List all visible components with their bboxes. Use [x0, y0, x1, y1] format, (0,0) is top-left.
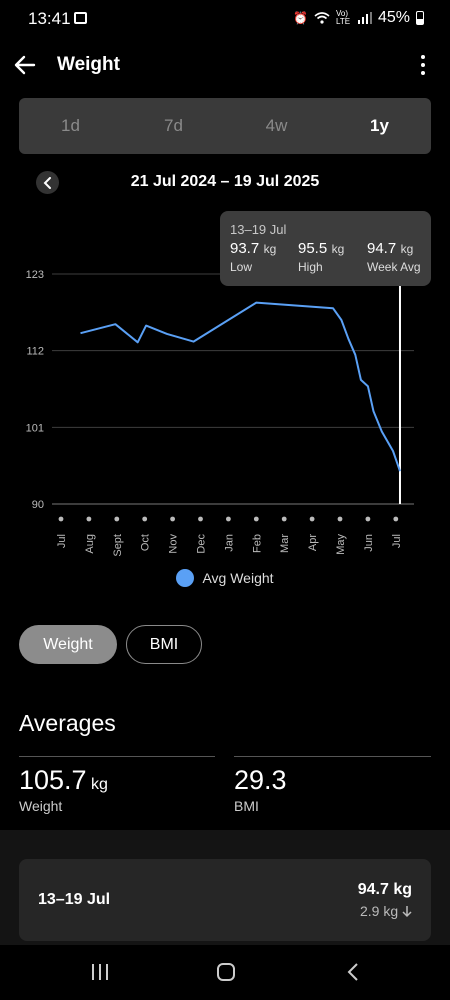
tooltip-high-value: 95.5 — [298, 240, 328, 257]
more-dot — [421, 63, 425, 67]
legend-swatch — [176, 569, 195, 587]
y-tick-label: 90 — [32, 499, 44, 511]
tooltip-high-unit: kg — [331, 242, 345, 256]
tooltip-avg-value: 94.7 — [367, 240, 397, 257]
y-tick-label: 112 — [26, 346, 44, 358]
status-bar: 13:41 ⏰ Vo) LTE 45% — [0, 0, 450, 38]
x-tick-label: Oct — [140, 534, 152, 551]
tooltip-low-label: Low — [230, 260, 253, 274]
x-tick-dot — [86, 516, 92, 522]
average-bmi-label: BMI — [234, 798, 259, 814]
date-navigator: 21 Jul 2024 – 19 Jul 2025 — [0, 170, 450, 196]
chart-legend: Avg Weight — [0, 569, 450, 587]
y-tick-label: 101 — [26, 422, 44, 434]
gallery-icon — [74, 12, 87, 24]
more-vertical-icon — [421, 55, 425, 59]
x-tick-dot — [198, 516, 203, 522]
x-tick-label: Dec — [196, 534, 208, 554]
x-tick-dot — [142, 516, 148, 522]
x-tick-dot — [365, 516, 371, 522]
x-tick-label: Aug — [84, 534, 96, 554]
weight-toggle-button[interactable]: Weight — [19, 625, 117, 664]
back-button[interactable] — [10, 50, 40, 80]
more-dot — [421, 71, 425, 75]
date-range-label: 21 Jul 2024 – 19 Jul 2025 — [130, 173, 320, 190]
tooltip-high: 95.5 kg High — [298, 240, 344, 274]
alarm-icon: ⏰ — [293, 11, 308, 25]
more-options-button[interactable] — [416, 50, 430, 80]
page-title: Weight — [57, 54, 120, 75]
average-weight: 105.7 kg Weight — [19, 756, 215, 814]
average-bmi: 29.3 BMI — [234, 756, 431, 814]
tooltip-avg: 94.7 kg Week Avg — [367, 240, 421, 274]
recent-apps-icon — [92, 964, 108, 980]
status-icons: ⏰ Vo) LTE 45% — [293, 9, 424, 27]
x-tick-dot — [253, 516, 259, 522]
average-weight-unit: kg — [91, 776, 108, 793]
battery-icon — [416, 11, 424, 25]
x-tick-dot — [170, 516, 176, 522]
x-tick-label: Jun — [363, 534, 375, 552]
x-tick-label: Sept — [112, 534, 124, 557]
x-tick-dot — [226, 516, 231, 522]
arrow-left-icon — [14, 55, 36, 75]
tooltip-low-value: 93.7 — [230, 240, 260, 257]
x-tick-dot — [114, 516, 120, 522]
tab-1y[interactable]: 1y — [328, 98, 431, 154]
week-value: 94.7 kg — [357, 881, 412, 898]
status-time: 13:41 — [28, 9, 71, 28]
weight-chart: 123 112 101 90 Jul Aug Sept Oct Nov Dec Jan Feb Mar A… — [26, 269, 414, 557]
x-tick-label: May — [335, 534, 347, 555]
tooltip-low-unit: kg — [263, 242, 277, 256]
signal-icon — [357, 12, 372, 24]
x-tick-label: Feb — [251, 534, 263, 553]
tab-1d[interactable]: 1d — [19, 98, 122, 154]
arrow-down-icon — [402, 906, 412, 918]
x-tick-label: Nov — [168, 534, 180, 554]
week-change-value: 2.9 kg — [359, 903, 399, 919]
chevron-left-icon — [347, 963, 358, 981]
x-tick-label: Apr — [307, 534, 319, 551]
tooltip-avg-label: Week Avg — [367, 260, 421, 274]
x-tick-dot — [58, 516, 64, 522]
tab-7d[interactable]: 7d — [122, 98, 225, 154]
week-change: 2.9 kg — [358, 903, 412, 919]
chart-tooltip: 13–19 Jul 93.7 kg Low 95.5 kg High 94.7 … — [220, 211, 431, 286]
wifi-icon — [314, 12, 330, 24]
battery-percent: 45% — [377, 9, 410, 26]
range-tabs: 1d 7d 4w 1y — [19, 98, 431, 154]
recent-apps-button[interactable] — [85, 959, 115, 985]
y-tick-label: 123 — [26, 269, 44, 281]
bmi-toggle-button[interactable]: BMI — [126, 625, 202, 664]
x-tick-label: Mar — [279, 534, 291, 553]
week-entry-card[interactable]: 13–19 Jul 94.7 kg 2.9 kg — [19, 859, 431, 941]
week-range: 13–19 Jul — [38, 891, 111, 908]
tooltip-high-label: High — [298, 260, 323, 274]
x-tick-dot — [393, 516, 399, 522]
avg-weight-series-line — [80, 301, 401, 472]
system-back-button[interactable] — [338, 959, 368, 985]
tab-4w[interactable]: 4w — [225, 98, 328, 154]
tooltip-low: 93.7 kg Low — [230, 240, 276, 274]
app-bar: Weight — [0, 42, 450, 88]
x-tick-dot — [337, 516, 343, 522]
home-button[interactable] — [211, 959, 241, 985]
x-tick-dot — [309, 516, 315, 522]
average-weight-value: 105.7 — [19, 765, 87, 795]
average-weight-label: Weight — [19, 798, 63, 814]
average-bmi-value: 29.3 — [234, 765, 287, 795]
week-values: 94.7 kg 2.9 kg — [358, 881, 412, 919]
x-tick-dot — [281, 516, 287, 522]
x-tick-label: Jul — [391, 534, 403, 548]
x-tick-label: Jan — [223, 534, 235, 552]
tooltip-range: 13–19 Jul — [230, 222, 287, 237]
tooltip-avg-unit: kg — [400, 242, 414, 256]
legend-label: Avg Weight — [202, 570, 274, 586]
averages-heading: Averages — [19, 710, 116, 736]
system-nav-bar — [0, 945, 450, 1000]
home-icon — [217, 963, 235, 981]
x-tick-label: Jul — [56, 534, 68, 548]
volte-label: Vo) LTE — [335, 9, 351, 26]
